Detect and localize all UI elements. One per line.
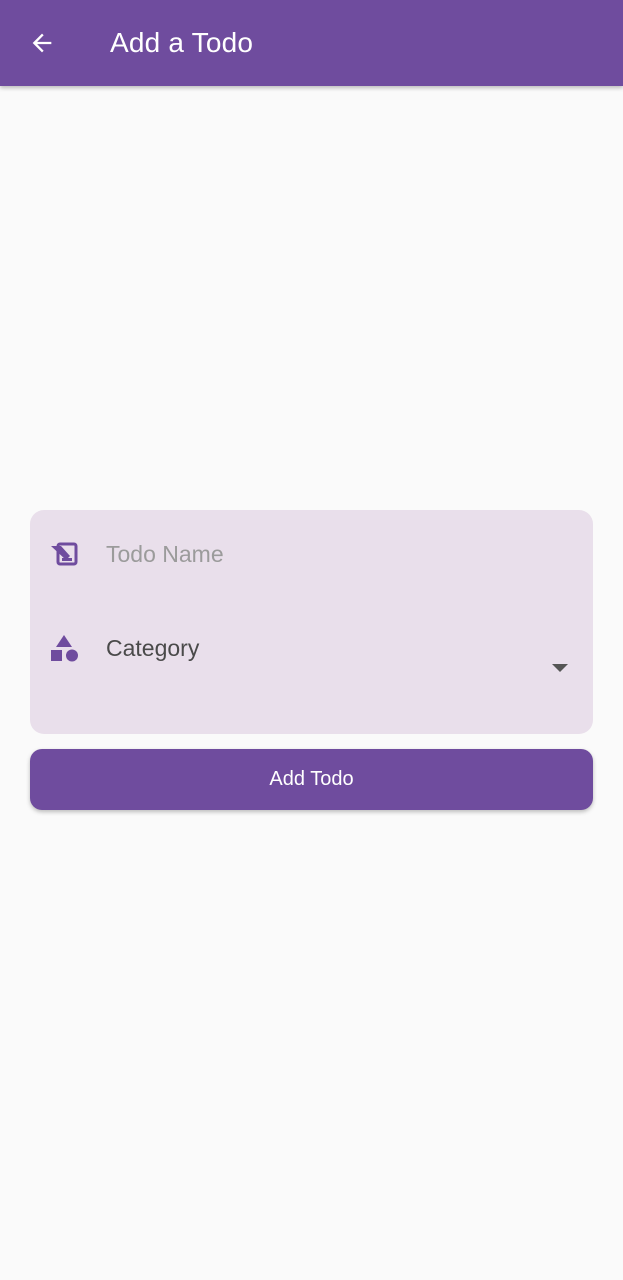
arrow-drop-down-icon[interactable] (550, 662, 570, 674)
todo-form: Category (30, 510, 593, 734)
edit-note-icon (48, 538, 80, 570)
category-shapes-icon (48, 632, 80, 664)
arrow-back-icon (32, 33, 52, 53)
add-todo-button[interactable]: Add Todo (30, 749, 593, 810)
page-title: Add a Todo (110, 27, 254, 58)
category-label: Category (106, 635, 200, 661)
back-button[interactable] (22, 23, 62, 63)
todo-name-field[interactable] (30, 524, 593, 584)
todo-name-input[interactable] (106, 534, 566, 574)
app-bar: Add a Todo (0, 0, 623, 86)
category-dropdown[interactable]: Category (30, 618, 593, 678)
